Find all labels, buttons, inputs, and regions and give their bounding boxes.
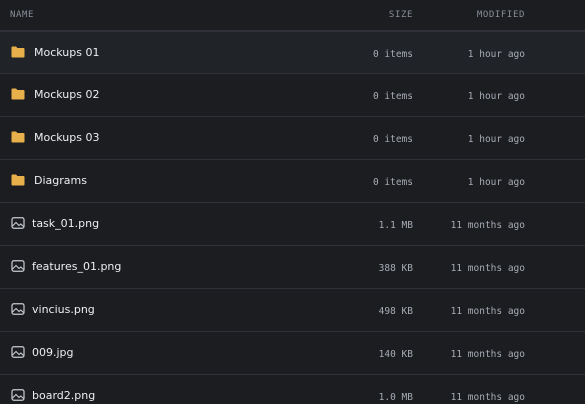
row-modified: 1 hour ago <box>467 134 525 145</box>
image-file-icon <box>11 303 25 315</box>
image-file-icon <box>11 346 25 358</box>
file-row[interactable]: board2.png 1.0 MB 11 months ago <box>0 375 585 404</box>
folder-icon <box>11 46 25 58</box>
folder-row[interactable]: Mockups 02 0 items 1 hour ago <box>0 74 585 117</box>
file-row[interactable]: task_01.png 1.1 MB 11 months ago <box>0 203 585 246</box>
row-size: 498 KB <box>378 306 413 317</box>
file-row[interactable]: 009.jpg 140 KB 11 months ago <box>0 332 585 375</box>
row-name: vincius.png <box>32 303 95 316</box>
row-size: 1.0 MB <box>378 392 413 403</box>
file-browser: NAME SIZE MODIFIED Mockups 01 0 items 1 … <box>0 0 585 404</box>
file-list: Mockups 01 0 items 1 hour ago Mockups 02… <box>0 31 585 404</box>
folder-icon <box>11 131 25 143</box>
row-modified: 11 months ago <box>450 220 525 231</box>
row-size: 0 items <box>372 49 413 60</box>
folder-icon <box>11 174 25 186</box>
folder-row[interactable]: Diagrams 0 items 1 hour ago <box>0 160 585 203</box>
row-modified: 11 months ago <box>450 349 525 360</box>
image-file-icon <box>11 389 25 401</box>
row-name: Diagrams <box>34 174 87 187</box>
row-name: task_01.png <box>32 217 100 230</box>
column-header-modified[interactable]: MODIFIED <box>477 10 525 20</box>
row-name: features_01.png <box>32 260 122 273</box>
row-size: 388 KB <box>378 263 413 274</box>
file-row[interactable]: vincius.png 498 KB 11 months ago <box>0 289 585 332</box>
column-header-size[interactable]: SIZE <box>389 10 413 20</box>
row-modified: 1 hour ago <box>467 91 525 102</box>
file-row[interactable]: features_01.png 388 KB 11 months ago <box>0 246 585 289</box>
row-name: 009.jpg <box>32 346 74 359</box>
image-file-icon <box>11 260 25 272</box>
row-modified: 1 hour ago <box>467 177 525 188</box>
row-size: 0 items <box>372 91 413 102</box>
row-modified: 11 months ago <box>450 392 525 403</box>
row-name: Mockups 03 <box>34 131 100 144</box>
table-header: NAME SIZE MODIFIED <box>0 0 585 31</box>
row-size: 0 items <box>372 177 413 188</box>
column-header-name[interactable]: NAME <box>10 10 34 20</box>
row-size: 1.1 MB <box>378 220 413 231</box>
folder-icon <box>11 88 25 100</box>
row-name: Mockups 02 <box>34 88 100 101</box>
image-file-icon <box>11 217 25 229</box>
row-modified: 11 months ago <box>450 263 525 274</box>
folder-row[interactable]: Mockups 03 0 items 1 hour ago <box>0 117 585 160</box>
folder-row[interactable]: Mockups 01 0 items 1 hour ago <box>0 31 585 74</box>
row-name: Mockups 01 <box>34 46 100 59</box>
row-modified: 1 hour ago <box>467 49 525 60</box>
row-modified: 11 months ago <box>450 306 525 317</box>
row-name: board2.png <box>32 389 96 402</box>
row-size: 140 KB <box>378 349 413 360</box>
row-size: 0 items <box>372 134 413 145</box>
